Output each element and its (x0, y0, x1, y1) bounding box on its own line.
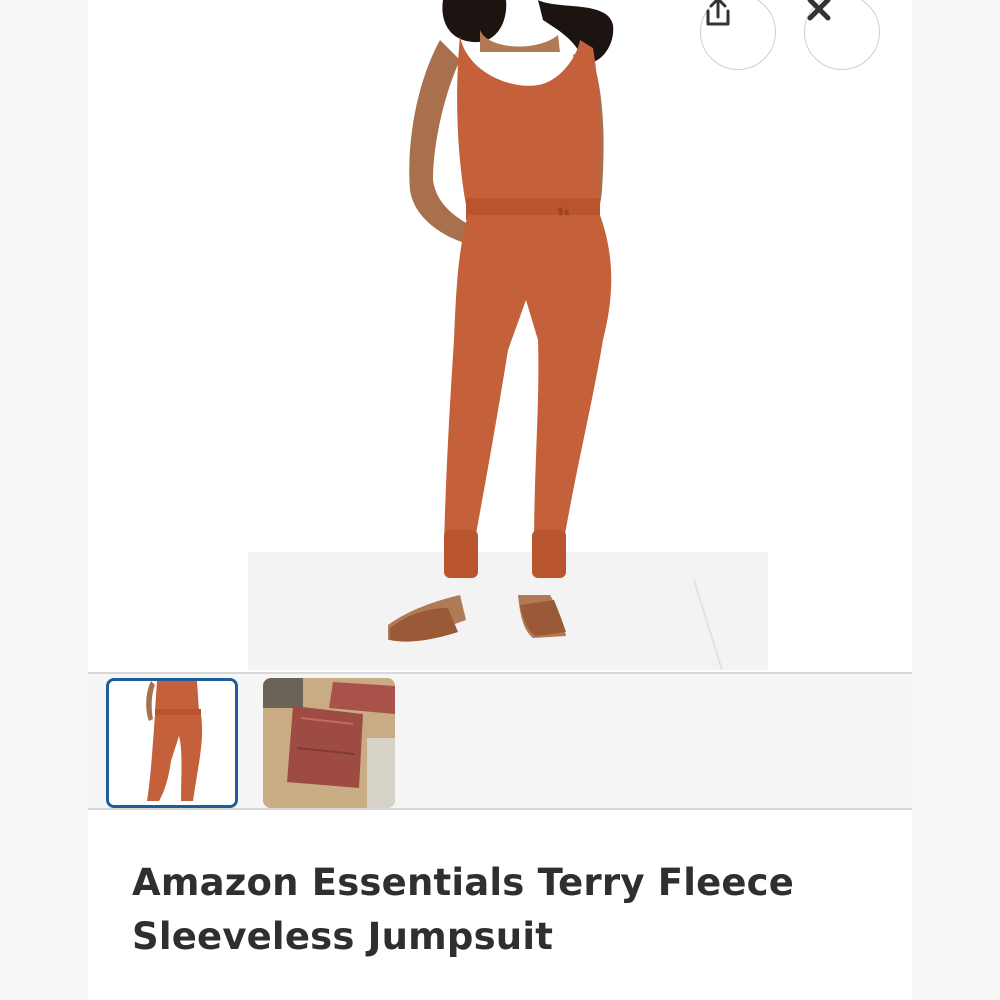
product-title: Amazon Essentials Terry Fleece Sleeveles… (132, 861, 795, 958)
thumbnail-strip (88, 672, 912, 810)
thumbnail-folded-image (263, 678, 395, 808)
main-product-image[interactable] (88, 0, 912, 670)
right-margin (912, 0, 1000, 1000)
share-icon (706, 0, 730, 26)
thumbnail-model-photo[interactable] (106, 678, 238, 808)
model-illustration (248, 0, 768, 670)
left-margin (0, 0, 88, 1000)
close-icon (807, 0, 831, 21)
thumbnail-folded-product[interactable] (263, 678, 395, 808)
thumbnail-model-image (109, 681, 235, 805)
product-page: Amazon Essentials Terry Fleece Sleeveles… (88, 0, 912, 1000)
